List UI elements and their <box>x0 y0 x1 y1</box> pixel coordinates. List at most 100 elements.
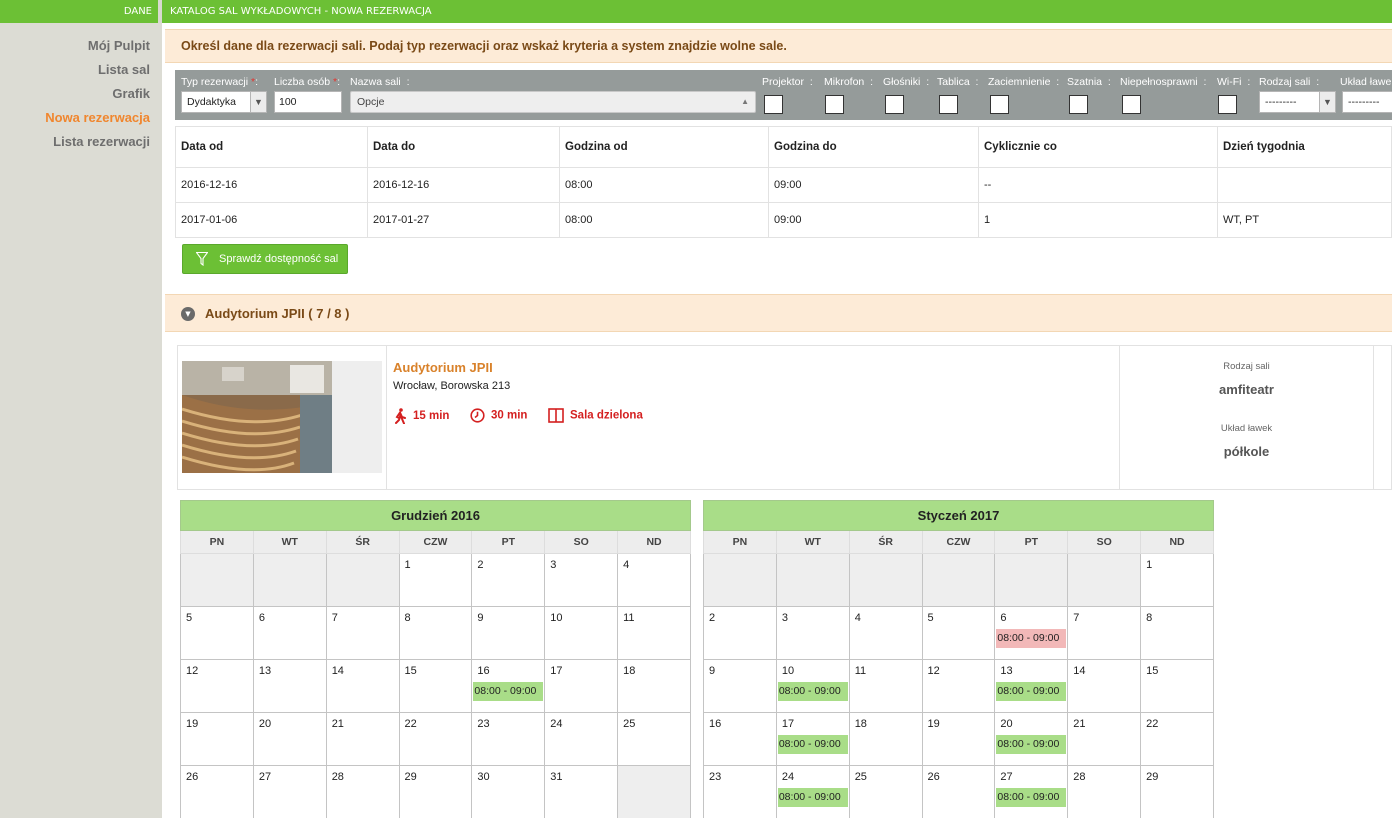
weekday-header: ND <box>617 530 691 554</box>
calendar-day-cell[interactable]: 25 <box>617 712 691 766</box>
calendar-day-cell[interactable]: 3 <box>544 553 619 607</box>
calendar-day-cell[interactable]: 3 <box>775 606 850 660</box>
check-availability-button[interactable]: Sprawdź dostępność sal <box>182 244 348 274</box>
checkbox-label-projektor: Projektor : <box>762 76 813 88</box>
calendar-day-cell[interactable]: 4 <box>848 606 923 660</box>
calendar-day-cell[interactable]: 12 <box>921 659 996 713</box>
free-slot[interactable]: 08:00 - 09:00 <box>777 735 848 754</box>
calendar-day-cell[interactable]: 2 <box>703 606 777 660</box>
calendar-day-cell[interactable]: 18 <box>848 712 923 766</box>
calendar-day-cell[interactable]: 21 <box>325 712 400 766</box>
day-number: 27 <box>258 771 272 783</box>
tablica-checkbox[interactable] <box>939 95 958 114</box>
clock-icon <box>470 408 485 423</box>
calendar-day-cell[interactable]: 30 <box>471 765 546 818</box>
calendar-day-cell[interactable]: 22 <box>398 712 473 766</box>
calendar-day-cell[interactable]: 6 08:00 - 09:00 <box>994 606 1069 660</box>
calendar-day-cell[interactable]: 13 08:00 - 09:00 <box>994 659 1069 713</box>
calendar-day-cell[interactable]: 19 <box>180 712 254 766</box>
reservation-type-select[interactable]: Dydaktyka ▼ <box>181 91 267 113</box>
calendar-day-cell[interactable]: 25 <box>848 765 923 818</box>
calendar-day-cell[interactable]: 17 08:00 - 09:00 <box>775 712 850 766</box>
calendar-day-cell[interactable]: 14 <box>1067 659 1142 713</box>
calendar-day-cell[interactable]: 2 <box>471 553 546 607</box>
weekday-header: PT <box>994 530 1069 554</box>
free-slot[interactable]: 08:00 - 09:00 <box>996 735 1067 754</box>
collapse-toggle-icon[interactable]: ▼ <box>181 307 195 321</box>
calendar-day-cell[interactable]: 11 <box>617 606 691 660</box>
sidebar-item-lista-sal[interactable]: Lista sal <box>45 61 150 85</box>
calendar-day-cell[interactable]: 15 <box>1140 659 1214 713</box>
free-slot[interactable]: 08:00 - 09:00 <box>996 682 1067 701</box>
calendar-day-cell[interactable]: 12 <box>180 659 254 713</box>
free-slot[interactable]: 08:00 - 09:00 <box>996 788 1067 807</box>
calendar-day-cell[interactable]: 24 08:00 - 09:00 <box>775 765 850 818</box>
calendar-day-cell[interactable]: 8 <box>1140 606 1214 660</box>
calendar-day-cell[interactable]: 27 <box>252 765 327 818</box>
glosniki-checkbox[interactable] <box>885 95 904 114</box>
calendar-day-cell[interactable]: 29 <box>1140 765 1214 818</box>
calendar-day-cell[interactable]: 27 08:00 - 09:00 <box>994 765 1069 818</box>
sidebar-item-lista-rezerwacji[interactable]: Lista rezerwacji <box>45 133 150 157</box>
calendar-day-cell[interactable]: 20 <box>252 712 327 766</box>
calendar-day-cell[interactable]: 21 <box>1067 712 1142 766</box>
people-count-input[interactable]: 100 <box>274 91 342 113</box>
weekday-header: ND <box>1140 530 1214 554</box>
day-number: 26 <box>186 771 199 783</box>
calendar-day-cell[interactable]: 18 <box>617 659 691 713</box>
calendar-day-cell[interactable]: 24 <box>544 712 619 766</box>
calendar-day-cell[interactable]: 29 <box>398 765 473 818</box>
calendar-day-cell[interactable]: 5 <box>180 606 254 660</box>
calendar-day-cell[interactable]: 13 <box>252 659 327 713</box>
szatnia-checkbox[interactable] <box>1069 95 1088 114</box>
calendar-day-cell[interactable]: 8 <box>398 606 473 660</box>
calendar-day-cell[interactable]: 28 <box>325 765 400 818</box>
day-number: 20 <box>1000 718 1013 730</box>
free-slot[interactable]: 08:00 - 09:00 <box>777 788 848 807</box>
weekday-header: SO <box>1067 530 1142 554</box>
calendar-day-cell[interactable]: 28 <box>1067 765 1142 818</box>
calendar-day-cell[interactable]: 14 <box>325 659 400 713</box>
calendar-day-cell[interactable]: 6 <box>252 606 327 660</box>
calendar-day-cell[interactable]: 23 <box>703 765 777 818</box>
calendar-day-cell[interactable]: 20 08:00 - 09:00 <box>994 712 1069 766</box>
calendar-day-cell[interactable]: 1 <box>398 553 473 607</box>
sidebar-item-grafik[interactable]: Grafik <box>45 85 150 109</box>
calendar-day-cell[interactable]: 23 <box>471 712 546 766</box>
calendar-day-cell[interactable]: 7 <box>325 606 400 660</box>
calendar-day-cell[interactable]: 11 <box>848 659 923 713</box>
calendar-day-cell[interactable]: 19 <box>921 712 996 766</box>
sidebar-item-nowa-rezerwacja[interactable]: Nowa rezerwacja <box>45 109 150 133</box>
calendar-day-cell[interactable]: 9 <box>471 606 546 660</box>
projektor-checkbox[interactable] <box>764 95 783 114</box>
niepelnosprawni-checkbox[interactable] <box>1122 95 1141 114</box>
zaciemnienie-checkbox[interactable] <box>990 95 1009 114</box>
calendar-day-cell[interactable]: 9 <box>703 659 777 713</box>
calendar-day-cell[interactable]: 7 <box>1067 606 1142 660</box>
calendar-day-cell[interactable]: 10 <box>544 606 619 660</box>
mikrofon-checkbox[interactable] <box>825 95 844 114</box>
calendar-day-cell[interactable]: 26 <box>180 765 254 818</box>
room-name-select[interactable]: Opcje ▲ <box>350 91 756 113</box>
calendar-day-cell[interactable]: 26 <box>921 765 996 818</box>
room-type-select[interactable]: --------- ▼ <box>1259 91 1336 113</box>
calendar-day-cell[interactable]: 15 <box>398 659 473 713</box>
room-type-prop-label: Rodzaj sali <box>1223 361 1270 372</box>
room-name[interactable]: Audytorium JPII <box>393 360 493 375</box>
calendar-day-cell[interactable]: 31 <box>544 765 619 818</box>
calendar-day-cell[interactable]: 17 <box>544 659 619 713</box>
sidebar-item-moj-pulpit[interactable]: Mój Pulpit <box>45 37 150 61</box>
free-slot[interactable]: 08:00 - 09:00 <box>473 682 544 701</box>
room-section-header[interactable]: ▼ Audytorium JPII ( 7 / 8 ) <box>165 294 1392 332</box>
calendar-day-cell[interactable]: 10 08:00 - 09:00 <box>775 659 850 713</box>
calendar-day-cell[interactable]: 5 <box>921 606 996 660</box>
calendar-day-cell[interactable]: 4 <box>617 553 691 607</box>
calendar-day-cell[interactable]: 1 <box>1140 553 1214 607</box>
calendar-day-cell[interactable]: 22 <box>1140 712 1214 766</box>
bench-layout-select[interactable]: --------- <box>1342 91 1392 113</box>
calendar-day-cell[interactable]: 16 <box>703 712 777 766</box>
busy-slot[interactable]: 08:00 - 09:00 <box>996 629 1067 648</box>
free-slot[interactable]: 08:00 - 09:00 <box>777 682 848 701</box>
calendar-day-cell[interactable]: 16 08:00 - 09:00 <box>471 659 546 713</box>
wifi-checkbox[interactable] <box>1218 95 1237 114</box>
